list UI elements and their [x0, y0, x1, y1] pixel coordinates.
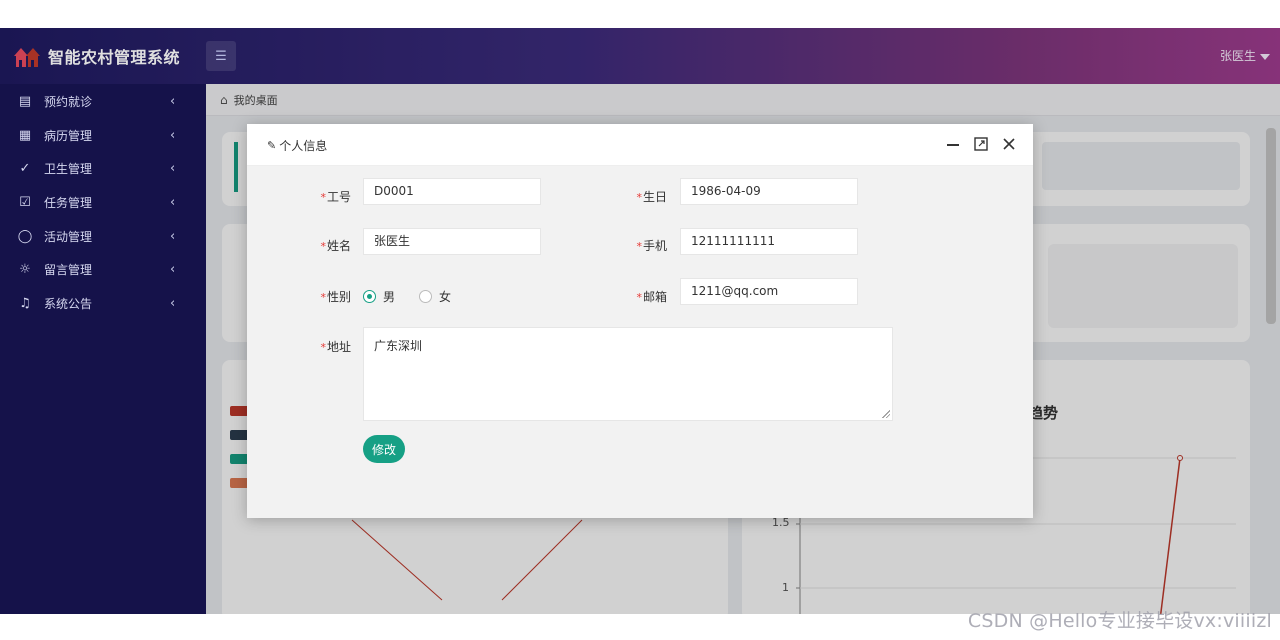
email-input[interactable]: 1211@qq.com	[680, 278, 858, 305]
address-textarea[interactable]: 广东深圳	[363, 327, 893, 421]
sidebar-item-messages[interactable]: ☼ 留言管理 ‹	[0, 252, 206, 286]
screen: 智能农村管理系统 ☰ 张医生 ▤ 预约就诊 ‹ ▦ 病历管理 ‹ ✓ 卫生管理 …	[0, 0, 1280, 640]
birthday-input[interactable]: 1986-04-09	[680, 178, 858, 205]
dialog-title: ✎ 个人信息	[267, 137, 327, 154]
minimize-icon[interactable]	[945, 135, 961, 153]
gender-radio-female[interactable]: 女	[419, 288, 451, 305]
address-value: 广东深圳	[374, 339, 423, 353]
sidebar-item-records[interactable]: ▦ 病历管理 ‹	[0, 118, 206, 152]
dialog-header: ✎ 个人信息	[247, 124, 1033, 166]
chevron-left-icon: ‹	[170, 228, 176, 244]
email-label: *邮箱	[636, 290, 667, 304]
job-no-input[interactable]: D0001	[363, 178, 541, 205]
watermark: CSDN @Hello专业接毕设vx:viiiizl	[967, 610, 1272, 632]
close-icon[interactable]	[1001, 135, 1017, 153]
maximize-icon[interactable]	[973, 135, 989, 153]
address-label: *地址	[320, 340, 351, 354]
calendar-icon: ▤	[18, 93, 32, 109]
gender-radio-male[interactable]: 男	[363, 288, 395, 305]
chevron-left-icon: ‹	[170, 160, 176, 176]
name-label: *姓名	[320, 239, 351, 253]
sidebar-item-appointment[interactable]: ▤ 预约就诊 ‹	[0, 84, 206, 118]
message-icon: ☼	[19, 261, 31, 277]
sidebar-item-label: 卫生管理	[44, 161, 93, 176]
sidebar: ▤ 预约就诊 ‹ ▦ 病历管理 ‹ ✓ 卫生管理 ‹ ☑ 任务管理 ‹ ◯ 活动…	[0, 84, 206, 614]
job-no-label: *工号	[320, 190, 351, 204]
sidebar-item-announcements[interactable]: ♫ 系统公告 ‹	[0, 286, 206, 320]
sidebar-item-label: 预约就诊	[44, 94, 93, 109]
phone-input[interactable]: 12111111111	[680, 228, 858, 255]
sidebar-item-activities[interactable]: ◯ 活动管理 ‹	[0, 219, 206, 253]
birthday-label: *生日	[636, 190, 667, 204]
lightbulb-icon: ◯	[17, 228, 33, 244]
sidebar-item-label: 任务管理	[44, 195, 93, 210]
name-input[interactable]: 张医生	[363, 228, 541, 255]
chevron-left-icon: ‹	[170, 127, 176, 143]
chevron-left-icon: ‹	[170, 194, 176, 210]
sidebar-item-tasks[interactable]: ☑ 任务管理 ‹	[0, 185, 206, 219]
dialog-tools	[945, 135, 1017, 153]
submit-edit-button[interactable]: 修改	[363, 435, 405, 463]
medical-record-icon: ▦	[18, 127, 32, 143]
radio-checked-icon	[363, 290, 376, 303]
phone-label: *手机	[636, 239, 667, 253]
sidebar-item-label: 病历管理	[44, 128, 93, 143]
modal-backdrop-top	[0, 28, 1280, 84]
dialog-title-text: 个人信息	[279, 139, 328, 153]
sidebar-item-hygiene[interactable]: ✓ 卫生管理 ‹	[0, 151, 206, 185]
sidebar-item-label: 留言管理	[44, 262, 93, 277]
gender-label: *性别	[320, 290, 351, 304]
task-icon: ☑	[19, 194, 31, 210]
bell-icon: ♫	[19, 295, 31, 311]
resize-grip-icon[interactable]	[882, 410, 890, 418]
sidebar-item-label: 活动管理	[44, 229, 93, 244]
radio-unchecked-icon	[419, 290, 432, 303]
sidebar-item-label: 系统公告	[44, 296, 93, 311]
chevron-left-icon: ‹	[170, 261, 176, 277]
profile-dialog: ✎ 个人信息 *工号 D0001 *生日 1986-04-09 *姓名 张医生 …	[247, 124, 1033, 518]
chevron-left-icon: ‹	[170, 93, 176, 109]
hygiene-icon: ✓	[19, 160, 31, 176]
chevron-left-icon: ‹	[170, 295, 176, 311]
pencil-icon: ✎	[267, 139, 277, 152]
